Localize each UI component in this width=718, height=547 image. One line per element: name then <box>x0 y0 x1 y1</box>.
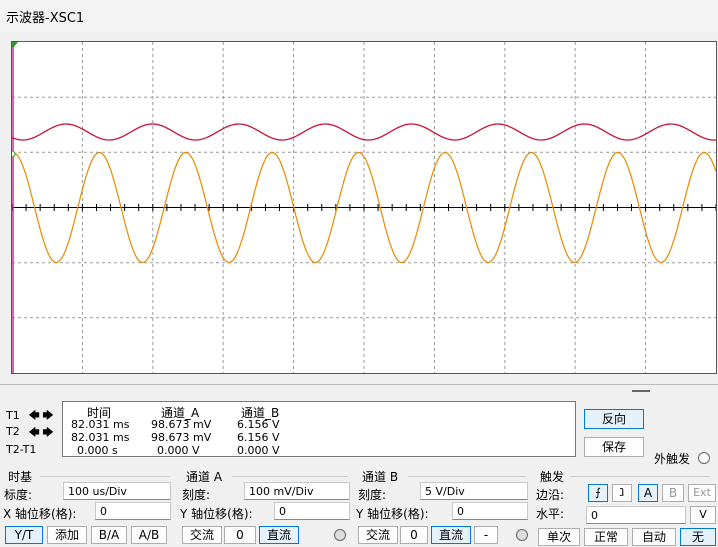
timebase-scale-field[interactable]: 100 us/Div <box>63 482 171 500</box>
channel-a-dc-button[interactable]: 直流 <box>259 526 299 544</box>
trigger-level-label: 水平: <box>536 507 565 521</box>
t1-right-arrow-icon[interactable]: 🡆 <box>42 410 54 422</box>
channel-a-scale-field[interactable]: 100 mV/Div <box>244 482 350 500</box>
trigger-source-ext-button[interactable]: Ext <box>688 484 716 502</box>
channel-b-scale-label: 刻度: <box>358 488 387 502</box>
t2-t1-label: T2-T1 <box>6 443 37 456</box>
channel-b-ypos-label: Y 轴位移(格): <box>356 507 429 521</box>
delta-channel-b: 0.000 V <box>237 444 280 457</box>
trigger-normal-button[interactable]: 正常 <box>584 528 628 546</box>
trigger-title: 触发 <box>540 470 565 484</box>
channel-a-divider <box>232 476 348 477</box>
x-position-field[interactable]: 0 <box>95 502 171 520</box>
t1-left-arrow-icon[interactable]: 🡄 <box>28 410 40 422</box>
timebase-divider <box>40 476 170 477</box>
channel-b-ypos-field[interactable]: 0 <box>452 502 528 520</box>
timebase-title: 时基 <box>8 470 33 484</box>
ext-trigger-label: 外触发 <box>654 452 691 466</box>
t2-channel-b: 6.156 V <box>237 431 280 444</box>
t2-time: 82.031 ms <box>71 431 130 444</box>
channel-b-radio[interactable] <box>516 529 528 541</box>
channel-b-title: 通道 B <box>362 470 399 484</box>
t2-right-arrow-icon[interactable]: 🡆 <box>42 427 54 439</box>
trigger-divider <box>570 476 710 477</box>
mode-yt-button[interactable]: Y/T <box>5 526 43 544</box>
falling-edge-icon[interactable]: ⱹ <box>612 484 632 502</box>
window-title: 示波器-XSC1 <box>6 11 85 26</box>
t1-time: 82.031 ms <box>71 418 130 431</box>
channel-a-ac-button[interactable]: 交流 <box>182 526 222 544</box>
t1-channel-b: 6.156 V <box>237 418 280 431</box>
t2-channel-a: 98.673 mV <box>151 431 212 444</box>
t1-label: T1 <box>6 409 20 422</box>
channel-b-ac-button[interactable]: 交流 <box>358 526 398 544</box>
save-button[interactable]: 保存 <box>584 437 644 457</box>
t1-channel-a: 98.673 mV <box>151 418 212 431</box>
channel-b-offset-marker-icon <box>12 150 16 158</box>
oscilloscope-screen[interactable] <box>11 41 717 374</box>
ext-trigger-radio[interactable] <box>698 452 710 464</box>
trigger-auto-button[interactable]: 自动 <box>632 528 676 546</box>
trigger-level-unit[interactable]: V <box>690 506 716 524</box>
delta-time: 0.000 s <box>77 444 118 457</box>
channel-a-scale-label: 刻度: <box>182 488 211 502</box>
mode-add-button[interactable]: 添加 <box>47 526 87 544</box>
timebase-scale-label: 标度: <box>4 488 33 502</box>
channel-b-scale-field[interactable]: 5 V/Div <box>420 482 528 500</box>
trigger-edge-label: 边沿: <box>536 488 565 502</box>
channel-a-radio[interactable] <box>334 529 346 541</box>
reverse-button[interactable]: 反向 <box>584 409 644 429</box>
cursor-t1-marker-icon <box>12 42 18 48</box>
channel-b-minus-button[interactable]: - <box>474 526 498 544</box>
waveform-display <box>12 42 716 373</box>
t2-left-arrow-icon[interactable]: 🡄 <box>28 427 40 439</box>
title-bar: 示波器-XSC1 <box>0 0 718 32</box>
measurement-readout: 时间 通道_A 通道_B 82.031 ms 98.673 mV 6.156 V… <box>62 401 576 457</box>
trigger-level-field[interactable]: 0 <box>586 506 686 524</box>
resize-handle[interactable] <box>632 390 650 392</box>
channel-a-zero-button[interactable]: 0 <box>224 526 256 544</box>
t2-label: T2 <box>6 425 20 438</box>
channel-a-ypos-label: Y 轴位移(格): <box>180 507 253 521</box>
x-position-label: X 轴位移(格): <box>3 507 77 521</box>
trigger-none-button[interactable]: 无 <box>680 528 716 546</box>
channel-b-zero-button[interactable]: 0 <box>400 526 428 544</box>
trigger-source-b-button[interactable]: B <box>662 484 684 502</box>
trigger-source-a-button[interactable]: A <box>638 484 658 502</box>
trigger-single-button[interactable]: 单次 <box>538 528 580 546</box>
channel-b-divider <box>408 476 526 477</box>
delta-channel-a: 0.000 V <box>157 444 200 457</box>
channel-b-dc-button[interactable]: 直流 <box>431 526 471 544</box>
channel-a-ypos-field[interactable]: 0 <box>274 502 350 520</box>
mode-ba-button[interactable]: B/A <box>91 526 127 544</box>
mode-ab-button[interactable]: A/B <box>131 526 167 544</box>
panel-divider <box>0 384 718 385</box>
rising-edge-icon[interactable]: ⨍ <box>588 484 608 502</box>
channel-a-title: 通道 A <box>186 470 223 484</box>
